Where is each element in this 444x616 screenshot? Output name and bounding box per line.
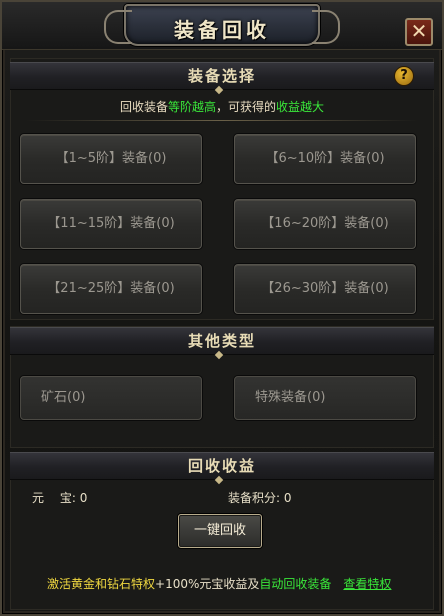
equip-points-stat: 装备积分: 0 xyxy=(228,489,292,506)
title-bar: 装备回收 ✕ xyxy=(2,2,442,50)
equip-points-value: 0 xyxy=(283,491,292,505)
equip-points-label: 装备积分: xyxy=(228,491,281,505)
ore-button[interactable]: 矿石(0) xyxy=(20,376,202,420)
one-click-recycle-button[interactable]: 一键回收 xyxy=(178,514,262,548)
recycle-hint: 回收装备等阶越高，可获得的收益越大 xyxy=(119,100,325,114)
privilege-promo: 激活黄金和钻石特权+100%元宝收益及自动回收装备 查看特权 xyxy=(47,577,392,591)
equip-tier-1-5-button[interactable]: 【1~5阶】装备(0) xyxy=(20,134,202,184)
recycle-window: 装备回收 ✕ 装备选择 ? 回收装备等阶越高，可获得的收益越大 【1~5阶】装备… xyxy=(0,0,444,616)
equip-tier-26-30-button[interactable]: 【26~30阶】装备(0) xyxy=(234,264,416,314)
yuanbao-label: 元 宝: xyxy=(32,491,76,505)
title-plate: 装备回收 xyxy=(104,4,340,46)
special-equipment-button[interactable]: 特殊装备(0) xyxy=(234,376,416,420)
yuanbao-stat: 元 宝: 0 xyxy=(32,489,87,506)
view-privilege-link[interactable]: 查看特权 xyxy=(343,577,391,591)
section-header-recycle-income: 回收收益 xyxy=(10,452,434,485)
divider xyxy=(26,120,418,121)
equip-tier-6-10-button[interactable]: 【6~10阶】装备(0) xyxy=(234,134,416,184)
close-icon: ✕ xyxy=(410,19,428,43)
window-title: 装备回收 xyxy=(174,18,270,42)
section-header-equipment-select: 装备选择 xyxy=(10,62,434,95)
close-button[interactable]: ✕ xyxy=(405,18,433,46)
equip-tier-11-15-button[interactable]: 【11~15阶】装备(0) xyxy=(20,199,202,249)
help-icon[interactable]: ? xyxy=(394,66,414,86)
equip-tier-16-20-button[interactable]: 【16~20阶】装备(0) xyxy=(234,199,416,249)
equip-tier-21-25-button[interactable]: 【21~25阶】装备(0) xyxy=(20,264,202,314)
yuanbao-value: 0 xyxy=(79,491,88,505)
section-header-other-types: 其他类型 xyxy=(10,327,434,360)
